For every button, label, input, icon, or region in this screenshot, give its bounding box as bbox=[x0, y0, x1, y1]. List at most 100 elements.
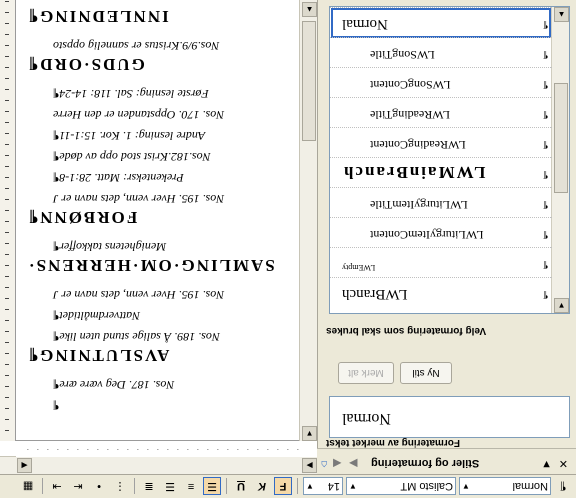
ruler-tick bbox=[5, 265, 9, 266]
ruler-tick bbox=[5, 353, 9, 354]
align-left-icon[interactable]: ☰ bbox=[203, 477, 221, 496]
borders-icon[interactable]: ▦ bbox=[19, 478, 37, 496]
ruler-tick: · bbox=[286, 445, 289, 453]
ruler-tick bbox=[5, 100, 9, 101]
ruler-tick bbox=[5, 144, 9, 145]
scroll-right-icon[interactable]: ▶ bbox=[302, 458, 317, 473]
scrollbar-thumb[interactable] bbox=[302, 21, 316, 141]
align-right-icon[interactable]: ☰ bbox=[161, 478, 179, 496]
separator bbox=[134, 478, 135, 495]
ruler-tick: · bbox=[246, 445, 249, 453]
ruler-tick: · bbox=[216, 445, 219, 453]
style-item[interactable]: ¶ LWReadingTitle bbox=[330, 97, 552, 129]
ruler-tick: · bbox=[116, 445, 119, 453]
ruler-tick: · bbox=[146, 445, 149, 453]
font-combo-value: Calisto MT bbox=[400, 480, 453, 493]
chevron-down-icon[interactable]: ▼ bbox=[541, 458, 552, 470]
forward-arrow-icon[interactable]: ▶ bbox=[349, 457, 357, 470]
select-all-button[interactable]: Merk alt bbox=[338, 362, 394, 384]
horizontal-scrollbar[interactable]: ▶ ◀ bbox=[0, 456, 317, 474]
document-line: Nos.182.Krist stod opp av døde¶ bbox=[53, 150, 211, 164]
style-item[interactable]: ¶ LWLiturgyItemContent bbox=[330, 217, 552, 249]
ruler-tick: · bbox=[36, 445, 39, 453]
task-pane-title: Stiler og formatering bbox=[371, 457, 480, 469]
document-line: Nattverdmåltidet¶ bbox=[53, 309, 141, 323]
style-item[interactable]: ¶ LWMainBranch bbox=[330, 157, 552, 189]
ruler-tick: · bbox=[76, 445, 79, 453]
task-pane-header: ✕ ▼ Stiler og formatering ▶ ◀ ⌂ bbox=[317, 448, 576, 474]
document-line: Andre lesning: 1. Kor. 15:1-11¶ bbox=[53, 129, 206, 143]
back-arrow-icon[interactable]: ◀ bbox=[333, 457, 341, 470]
ruler-tick: · bbox=[66, 445, 69, 453]
selected-text-label: Formatering av merket tekst bbox=[326, 437, 460, 448]
align-center-icon[interactable]: ≡ bbox=[182, 478, 200, 496]
ruler-tick bbox=[5, 254, 9, 255]
decrease-indent-icon[interactable]: ⇤ bbox=[69, 478, 87, 496]
document-line: Nos. 170. Oppstanden er den Herre bbox=[53, 108, 225, 122]
document-line: Nos. 189. Å salige stund uten like¶ bbox=[53, 330, 220, 344]
scroll-down-icon[interactable]: ▼ bbox=[302, 426, 317, 441]
style-item[interactable]: ¶ Normal bbox=[330, 7, 552, 39]
ruler-tick: · bbox=[196, 445, 199, 453]
home-icon[interactable]: ⌂ bbox=[321, 458, 328, 470]
document-line: Menighetens takkoffer¶ bbox=[53, 240, 167, 254]
ruler-tick bbox=[5, 67, 9, 68]
ruler-tick: · bbox=[46, 445, 49, 453]
ruler-tick: · bbox=[276, 445, 279, 453]
scroll-up-icon[interactable]: ▲ bbox=[554, 7, 569, 22]
bullet-list-icon[interactable]: • bbox=[90, 478, 108, 496]
increase-indent-icon[interactable]: ⇥ bbox=[48, 478, 66, 496]
numbered-list-icon[interactable]: ⋮ bbox=[111, 478, 129, 496]
bold-button[interactable]: F bbox=[274, 477, 292, 496]
style-combo[interactable]: Normal ▼ bbox=[459, 477, 551, 496]
ruler-tick bbox=[5, 122, 9, 123]
style-item[interactable]: ¶ LWLiturgyItemTitle bbox=[330, 187, 552, 219]
document-line: Prekenteksr: Matt. 28:1-8¶ bbox=[53, 171, 184, 185]
separator bbox=[42, 478, 43, 495]
selected-format-box[interactable]: Normal bbox=[329, 396, 570, 438]
ruler-tick: · bbox=[226, 445, 229, 453]
new-style-button[interactable]: Ny stil bbox=[400, 362, 452, 384]
font-size-combo[interactable]: 14 ▼ bbox=[303, 477, 343, 496]
italic-button[interactable]: K bbox=[253, 478, 271, 496]
document-heading: AVSLUTNING¶ bbox=[27, 346, 170, 365]
document-page[interactable]: INNLEDNING¶ Nos.9/9.Kristus er sannelig o… bbox=[19, 2, 297, 438]
ruler-tick bbox=[5, 111, 9, 112]
justify-icon[interactable]: ≣ bbox=[140, 478, 158, 496]
document-heading: GUDS·ORD¶ bbox=[27, 55, 145, 74]
style-item[interactable]: ¶ LWSongTitle bbox=[330, 37, 552, 69]
document-area: ▶ ◀ · · · · · · · · · · · · · · · · · · · · · · · · · · · · ▼ ▲ INN… bbox=[0, 0, 317, 474]
document-heading: FORBØNN¶ bbox=[27, 208, 138, 227]
ruler-tick: · bbox=[126, 445, 129, 453]
ruler-tick bbox=[5, 342, 9, 343]
scroll-up-icon[interactable]: ▲ bbox=[302, 2, 317, 17]
style-list-scrollbar[interactable]: ▼ ▲ bbox=[551, 7, 569, 313]
style-item-name: LWMainBranch bbox=[342, 163, 486, 182]
style-item[interactable]: ¶ LWSongContent bbox=[330, 67, 552, 99]
ruler-tick bbox=[5, 419, 9, 420]
underline-button[interactable]: U bbox=[232, 478, 250, 496]
vertical-scrollbar[interactable]: ▼ ▲ bbox=[299, 0, 317, 441]
paragraph-mark-icon: ¶ bbox=[543, 50, 548, 60]
ruler-tick bbox=[5, 276, 9, 277]
scroll-down-icon[interactable]: ▼ bbox=[554, 298, 569, 313]
style-item-name: LWSongContent bbox=[370, 78, 451, 92]
choose-format-label: Velg formatering som skal brukes bbox=[326, 325, 487, 336]
ruler-tick: · bbox=[166, 445, 169, 453]
style-list[interactable]: ▼ ▲ ¶ Normal ¶ LWSongTitle ¶ LWSongContent ¶ LW… bbox=[329, 6, 570, 314]
styles-pane-icon[interactable]: ¶ bbox=[554, 478, 572, 496]
scroll-left-icon[interactable]: ◀ bbox=[17, 458, 32, 473]
style-item[interactable]: ¶ LWBranch bbox=[330, 277, 552, 309]
selected-format-value: Normal bbox=[342, 410, 391, 427]
ruler-tick bbox=[5, 133, 9, 134]
ruler-tick bbox=[5, 210, 9, 211]
style-item[interactable]: ¶ LWReadingContent bbox=[330, 127, 552, 159]
style-item[interactable]: ¶ LWEmpty bbox=[330, 247, 552, 279]
document-line: ¶ bbox=[53, 399, 60, 413]
ruler-tick bbox=[5, 243, 9, 244]
style-item-name: LWReadingTitle bbox=[370, 108, 450, 122]
close-icon[interactable]: ✕ bbox=[559, 457, 568, 470]
font-combo[interactable]: Calisto MT ▼ bbox=[346, 477, 456, 496]
vertical-ruler bbox=[0, 0, 16, 441]
scrollbar-thumb[interactable] bbox=[554, 83, 568, 193]
